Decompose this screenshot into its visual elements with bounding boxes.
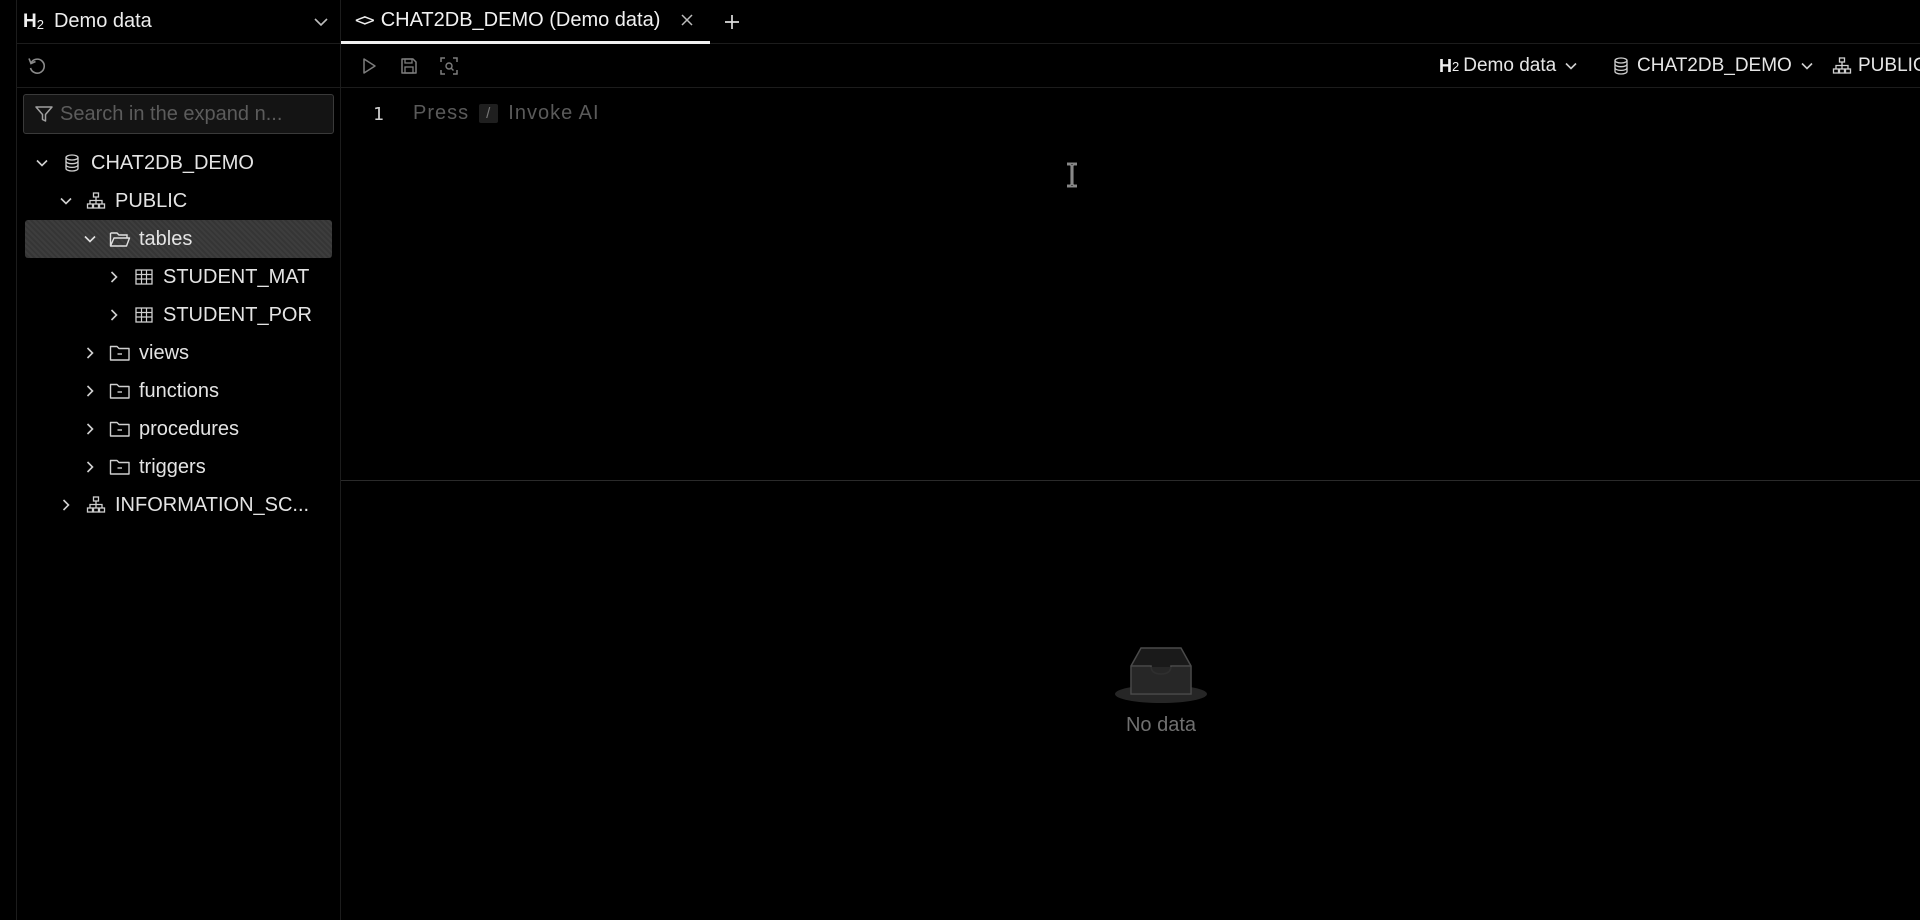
tree-node-label: procedures — [139, 417, 240, 440]
tab-bar: <> CHAT2DB_DEMO (Demo data) — [341, 0, 1920, 44]
tree-node-procedures[interactable]: procedures — [25, 410, 332, 448]
schema-context-select[interactable]: PUBLIC — [1832, 44, 1920, 88]
run-button[interactable] — [351, 50, 387, 82]
tree-node-triggers[interactable]: triggers — [25, 448, 332, 486]
datasource-select-label: Demo data — [53, 10, 152, 32]
database-context-select[interactable]: CHAT2DB_DEMO — [1611, 44, 1816, 88]
format-icon — [440, 56, 458, 75]
tree-search — [17, 88, 340, 140]
save-icon — [401, 57, 417, 74]
tree-node-label: CHAT2DB_DEMO — [91, 151, 254, 174]
refresh-button[interactable] — [23, 52, 51, 80]
chevron-right-icon[interactable] — [105, 306, 123, 324]
sidebar-toolbar — [17, 44, 340, 88]
chevron-right-icon[interactable] — [81, 420, 99, 438]
close-icon[interactable] — [678, 11, 696, 29]
tree-node-tables[interactable]: tables — [25, 220, 332, 258]
chevron-right-icon[interactable] — [81, 344, 99, 362]
table-icon — [133, 266, 155, 288]
tree-node-label: triggers — [139, 455, 206, 478]
chevron-right-icon[interactable] — [105, 268, 123, 286]
database-icon — [61, 152, 83, 174]
sidebar: H2 Demo data Search in the expand n... C… — [16, 0, 341, 920]
tree-node-views[interactable]: views — [25, 334, 332, 372]
tab-console[interactable]: <> CHAT2DB_DEMO (Demo data) — [341, 0, 711, 44]
chevron-right-icon[interactable] — [57, 496, 75, 514]
chevron-down-icon — [314, 17, 328, 26]
tree-node-label: INFORMATION_SC... — [115, 493, 310, 516]
h2-logo-icon: H2 — [23, 10, 44, 32]
tree-node-student-mat[interactable]: STUDENT_MAT — [25, 258, 332, 296]
empty-inbox-icon — [1115, 647, 1207, 703]
chevron-down-icon[interactable] — [81, 230, 99, 248]
app-window: H2 Demo data Search in the expand n... C… — [0, 0, 1920, 920]
plus-icon — [725, 14, 740, 29]
main-panel: <> CHAT2DB_DEMO (Demo data) H2 Demo data — [341, 0, 1920, 920]
chevron-right-icon[interactable] — [81, 382, 99, 400]
folder-icon — [109, 456, 131, 478]
datasource-context-select[interactable]: H2 Demo data — [1439, 44, 1580, 88]
schema-icon — [85, 190, 107, 212]
empty-state: No data — [1101, 642, 1221, 737]
filter-icon — [35, 106, 53, 122]
folder-icon — [109, 418, 131, 440]
chevron-right-icon[interactable] — [81, 458, 99, 476]
save-button[interactable] — [391, 50, 427, 82]
folder-icon — [109, 342, 131, 364]
tree-node-label: PUBLIC — [115, 189, 188, 212]
chevron-down-icon — [1565, 62, 1577, 70]
chevron-down-icon[interactable] — [33, 154, 51, 172]
ai-hint-prefix: Press — [413, 102, 470, 124]
schema-icon — [1832, 56, 1852, 76]
schema-icon — [85, 494, 107, 516]
ai-hint-key: / — [479, 104, 499, 123]
table-icon — [133, 304, 155, 326]
ai-hint: Press / Invoke AI — [413, 102, 600, 125]
tree-node-chat2db-demo[interactable]: CHAT2DB_DEMO — [25, 144, 332, 182]
chevron-down-icon — [1801, 62, 1813, 70]
folder-open-icon — [109, 228, 131, 250]
tree-node-label: STUDENT_MAT — [163, 265, 310, 288]
refresh-icon — [28, 57, 46, 74]
tree-node-public[interactable]: PUBLIC — [25, 182, 332, 220]
sql-editor[interactable]: 1 Press / Invoke AI — [341, 88, 1920, 481]
result-panel: No data — [341, 482, 1920, 920]
schema-context-label: PUBLIC — [1858, 55, 1920, 76]
add-tab-button[interactable] — [710, 0, 754, 44]
editor-toolbar: H2 Demo data CHAT2DB_DEMO PUBLIC — [341, 44, 1920, 88]
play-icon — [363, 57, 376, 74]
tab-label: CHAT2DB_DEMO (Demo data) — [380, 8, 661, 31]
code-icon: <> — [355, 9, 375, 31]
tree-search-input[interactable] — [60, 95, 333, 133]
tree-node-functions[interactable]: functions — [25, 372, 332, 410]
tree-node-label: functions — [139, 379, 220, 402]
tree-node-information-schema[interactable]: INFORMATION_SC... — [25, 486, 332, 524]
empty-state-text: No data — [1125, 714, 1197, 736]
tree-node-label: views — [139, 341, 190, 364]
h2-logo-icon: H2 — [1439, 55, 1460, 76]
datasource-context-label: Demo data — [1463, 55, 1557, 76]
tree-node-label: STUDENT_POR — [163, 303, 312, 326]
folder-icon — [109, 380, 131, 402]
database-icon — [1611, 56, 1631, 76]
format-button[interactable] — [431, 50, 467, 82]
database-tree: CHAT2DB_DEMO PUBLIC tables STUDENT_MAT S… — [17, 140, 340, 524]
tree-search-box — [23, 94, 334, 134]
database-context-label: CHAT2DB_DEMO — [1637, 55, 1792, 76]
line-number: 1 — [373, 104, 384, 125]
chevron-down-icon[interactable] — [57, 192, 75, 210]
ai-hint-suffix: Invoke AI — [508, 102, 600, 124]
tree-node-student-por[interactable]: STUDENT_POR — [25, 296, 332, 334]
datasource-select[interactable]: H2 Demo data — [17, 0, 340, 44]
text-cursor-icon — [1067, 162, 1077, 188]
tree-node-label: tables — [139, 227, 193, 250]
